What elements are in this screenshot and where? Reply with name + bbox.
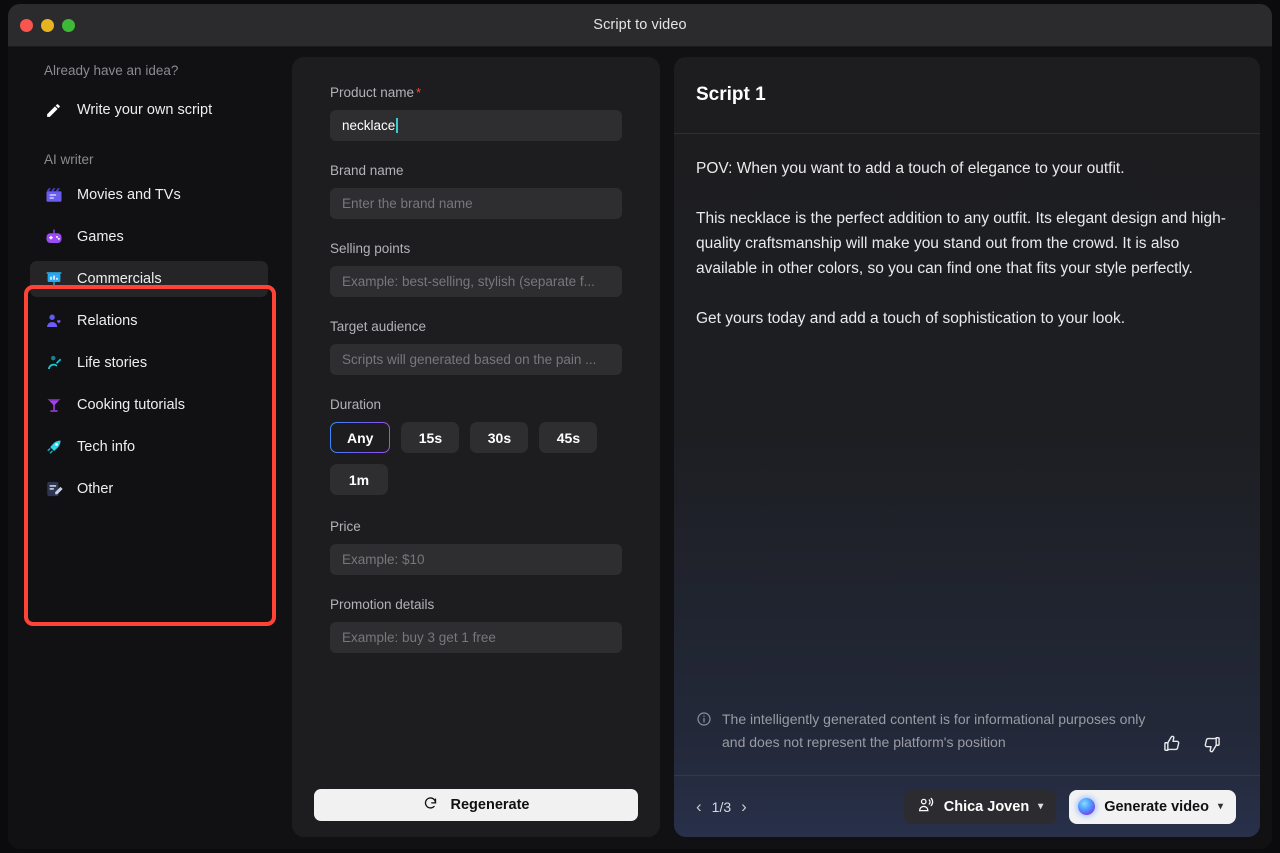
pencil-icon	[44, 101, 63, 120]
script-paragraph: POV: When you want to add a touch of ele…	[696, 156, 1238, 181]
sidebar-item-movies-and-tvs[interactable]: Movies and TVs	[30, 177, 268, 213]
feedback-buttons	[1162, 734, 1222, 759]
product-name-value: necklace	[342, 118, 395, 133]
script-paragraph: This necklace is the perfect addition to…	[696, 206, 1238, 281]
script-header: Script 1	[674, 57, 1260, 134]
sidebar-idea-label: Already have an idea?	[20, 63, 278, 78]
generate-video-button[interactable]: Generate video ▾	[1069, 790, 1236, 824]
gamepad-icon	[44, 228, 63, 247]
chevron-down-icon: ▾	[1038, 801, 1043, 812]
sidebar-item-label: Games	[77, 229, 124, 245]
person-heart-icon	[44, 312, 63, 331]
thumbs-up-icon[interactable]	[1162, 734, 1182, 759]
script-footer: ‹ 1/3 › Chica Joven ▾	[674, 775, 1260, 837]
duration-label: Duration	[330, 397, 622, 412]
rocket-icon	[44, 438, 63, 457]
refresh-icon	[423, 796, 438, 815]
brand-name-input[interactable]: Enter the brand name	[330, 188, 622, 219]
sidebar-item-write-your-own-script[interactable]: Write your own script	[30, 92, 268, 128]
text-caret	[396, 118, 398, 133]
script-settings-form: Product name* necklace Brand name Enter …	[292, 57, 660, 837]
sidebar-item-games[interactable]: Games	[30, 219, 268, 255]
disclaimer-row: The intelligently generated content is f…	[674, 708, 1260, 775]
sidebar-item-other[interactable]: Other	[30, 471, 268, 507]
cocktail-icon	[44, 396, 63, 415]
regenerate-button[interactable]: Regenerate	[314, 789, 638, 821]
footer-actions: Chica Joven ▾ Generate video ▾	[904, 790, 1236, 824]
duration-options: Any 15s 30s 45s 1m	[330, 422, 622, 495]
product-name-label: Product name*	[330, 85, 622, 100]
disclaimer-text: The intelligently generated content is f…	[722, 708, 1152, 753]
app-window: Script to video Already have an idea? Wr…	[8, 4, 1272, 849]
sidebar-item-label: Relations	[77, 313, 137, 329]
chevron-left-icon[interactable]: ‹	[696, 798, 702, 815]
script-content[interactable]: POV: When you want to add a touch of ele…	[674, 134, 1260, 708]
chevron-down-icon: ▾	[1218, 801, 1223, 812]
sidebar-ai-writer-label: AI writer	[20, 152, 278, 167]
script-paragraph: Get yours today and add a touch of sophi…	[696, 306, 1238, 331]
sidebar-item-label: Life stories	[77, 355, 147, 371]
field-label-text: Product name	[330, 85, 414, 100]
sidebar: Already have an idea? Write your own scr…	[20, 57, 278, 837]
sidebar-item-cooking-tutorials[interactable]: Cooking tutorials	[30, 387, 268, 423]
clapperboard-icon	[44, 186, 63, 205]
brand-name-label: Brand name	[330, 163, 622, 178]
generate-video-label: Generate video	[1104, 799, 1209, 815]
target-audience-label: Target audience	[330, 319, 622, 334]
sidebar-item-relations[interactable]: Relations	[30, 303, 268, 339]
note-pencil-icon	[44, 480, 63, 499]
pagination: ‹ 1/3 ›	[696, 798, 747, 815]
product-name-input[interactable]: necklace	[330, 110, 622, 141]
sidebar-item-commercials[interactable]: Commercials	[30, 261, 268, 297]
person-wave-icon	[44, 354, 63, 373]
ai-orb-icon	[1078, 798, 1095, 815]
app-body: Already have an idea? Write your own scr…	[8, 47, 1272, 849]
title-bar: Script to video	[8, 4, 1272, 47]
sidebar-item-label: Write your own script	[77, 102, 212, 118]
price-input[interactable]: Example: $10	[330, 544, 622, 575]
price-label: Price	[330, 519, 622, 534]
required-asterisk: *	[416, 85, 421, 100]
info-icon	[696, 711, 712, 732]
duration-option-45s[interactable]: 45s	[539, 422, 597, 453]
voice-person-icon	[917, 796, 935, 818]
sidebar-item-life-stories[interactable]: Life stories	[30, 345, 268, 381]
regenerate-label: Regenerate	[451, 797, 530, 813]
selling-points-label: Selling points	[330, 241, 622, 256]
duration-option-any[interactable]: Any	[330, 422, 390, 453]
voice-select-button[interactable]: Chica Joven ▾	[904, 790, 1056, 824]
sidebar-item-tech-info[interactable]: Tech info	[30, 429, 268, 465]
target-audience-input[interactable]: Scripts will generated based on the pain…	[330, 344, 622, 375]
sidebar-item-label: Tech info	[77, 439, 135, 455]
promotion-details-input[interactable]: Example: buy 3 get 1 free	[330, 622, 622, 653]
duration-option-15s[interactable]: 15s	[401, 422, 459, 453]
selling-points-input[interactable]: Example: best-selling, stylish (separate…	[330, 266, 622, 297]
duration-option-1m[interactable]: 1m	[330, 464, 388, 495]
sidebar-item-label: Cooking tutorials	[77, 397, 185, 413]
sidebar-item-label: Movies and TVs	[77, 187, 181, 203]
sidebar-item-label: Other	[77, 481, 113, 497]
sidebar-item-label: Commercials	[77, 271, 162, 287]
page-indicator: 1/3	[712, 799, 731, 815]
app-root: Script to video Already have an idea? Wr…	[0, 0, 1280, 853]
script-preview-panel: Script 1 POV: When you want to add a tou…	[674, 57, 1260, 837]
sidebar-ai-writer-list: Movies and TVs Games Commercials	[20, 177, 278, 507]
voice-label: Chica Joven	[944, 799, 1029, 815]
script-title: Script 1	[696, 84, 766, 106]
window-title: Script to video	[8, 17, 1272, 33]
presentation-icon	[44, 270, 63, 289]
duration-option-30s[interactable]: 30s	[470, 422, 528, 453]
chevron-right-icon[interactable]: ›	[741, 798, 747, 815]
promotion-details-label: Promotion details	[330, 597, 622, 612]
thumbs-down-icon[interactable]	[1202, 734, 1222, 759]
